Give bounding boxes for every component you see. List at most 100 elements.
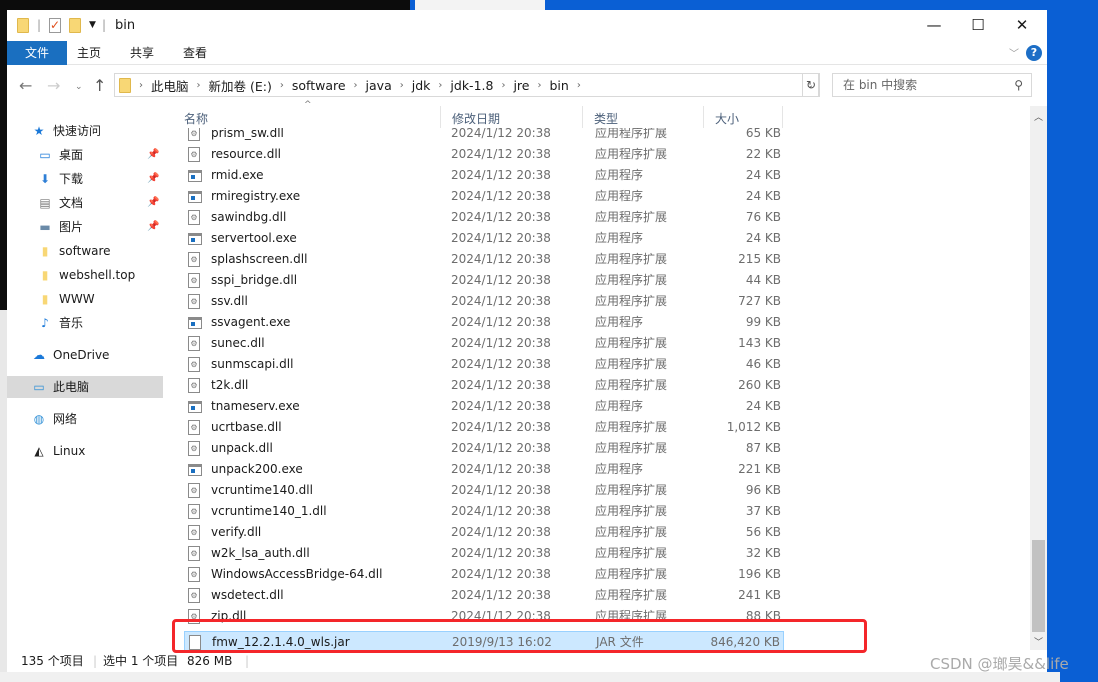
recent-locations-icon[interactable]: ⌄: [75, 82, 83, 92]
address-bar[interactable]: › 此电脑 › 新加卷 (E:) › software › java › jdk › jdk-1.8 ›…: [114, 73, 819, 97]
exe-file-icon: [188, 317, 202, 329]
breadcrumb-item[interactable]: software: [292, 78, 346, 93]
file-row[interactable]: ⚙ unpack.dll 2024/1/12 20:38 应用程序扩展 87 KB: [184, 438, 784, 459]
file-row[interactable]: ⚙ verify.dll 2024/1/12 20:38 应用程序扩展 56 KB: [184, 522, 784, 543]
file-row[interactable]: ⚙ sunec.dll 2024/1/12 20:38 应用程序扩展 143 KB: [184, 333, 784, 354]
new-folder-icon[interactable]: [69, 17, 82, 33]
breadcrumb-item[interactable]: 新加卷 (E:): [209, 76, 272, 95]
breadcrumb-separator-icon[interactable]: ›: [577, 80, 581, 91]
file-date: 2024/1/12 20:38: [451, 588, 551, 602]
minimize-button[interactable]: —: [911, 10, 957, 40]
breadcrumb-item[interactable]: jdk-1.8: [450, 78, 493, 93]
file-name: t2k.dll: [211, 378, 249, 392]
file-row[interactable]: rmid.exe 2024/1/12 20:38 应用程序 24 KB: [184, 165, 784, 186]
pin-icon[interactable]: 📌: [147, 192, 159, 214]
sidebar-item[interactable]: ▬ 图片 📌: [7, 216, 163, 238]
file-name: prism_sw.dll: [211, 128, 284, 140]
file-size: 46 KB: [745, 357, 781, 371]
sidebar-item[interactable]: ▤ 文档 📌: [7, 192, 163, 214]
file-row[interactable]: ⚙ t2k.dll 2024/1/12 20:38 应用程序扩展 260 KB: [184, 375, 784, 396]
refresh-button[interactable]: ↻: [802, 73, 820, 97]
breadcrumb-item[interactable]: bin: [549, 78, 568, 93]
file-date: 2024/1/12 20:38: [451, 273, 551, 287]
file-row[interactable]: ssvagent.exe 2024/1/12 20:38 应用程序 99 KB: [184, 312, 784, 333]
file-row[interactable]: ⚙ resource.dll 2024/1/12 20:38 应用程序扩展 22 KB: [184, 144, 784, 165]
file-row[interactable]: servertool.exe 2024/1/12 20:38 应用程序 24 KB: [184, 228, 784, 249]
scroll-up-icon[interactable]: ︿: [1030, 110, 1047, 123]
breadcrumb-separator-icon[interactable]: ›: [400, 80, 404, 91]
file-row[interactable]: unpack200.exe 2024/1/12 20:38 应用程序 221 KB: [184, 459, 784, 480]
scrollbar-thumb[interactable]: [1032, 540, 1045, 632]
pin-icon[interactable]: 📌: [147, 168, 159, 190]
sidebar-item[interactable]: ▮ WWW: [7, 288, 163, 310]
tab-view[interactable]: 查看: [175, 41, 215, 65]
explorer-window: | ✓ ▼ | bin — ☐ ✕ 文件 主页 共享 查看 ﹀ ? ← → ⌄ …: [7, 10, 1047, 672]
file-row[interactable]: ⚙ WindowsAccessBridge-64.dll 2024/1/12 20:…: [184, 564, 784, 585]
sidebar-item[interactable]: ▮ webshell.top: [7, 264, 163, 286]
breadcrumb-item[interactable]: jre: [513, 78, 529, 93]
breadcrumb-item[interactable]: 此电脑: [151, 76, 189, 95]
file-row[interactable]: ⚙ wsdetect.dll 2024/1/12 20:38 应用程序扩展 241 KB: [184, 585, 784, 606]
file-date: 2024/1/12 20:38: [451, 483, 551, 497]
back-button[interactable]: ←: [19, 76, 32, 95]
file-row[interactable]: ⚙ sunmscapi.dll 2024/1/12 20:38 应用程序扩展 46 KB: [184, 354, 784, 375]
breadcrumb-separator-icon[interactable]: ›: [139, 80, 143, 91]
maximize-button[interactable]: ☐: [955, 10, 1001, 40]
sidebar-item[interactable]: ▭ 此电脑: [7, 376, 163, 398]
pin-icon[interactable]: 📌: [147, 144, 159, 166]
breadcrumb-separator-icon[interactable]: ›: [501, 80, 505, 91]
help-icon[interactable]: ?: [1026, 45, 1042, 61]
close-button[interactable]: ✕: [999, 10, 1045, 40]
sidebar-item[interactable]: ▮ software: [7, 240, 163, 262]
title-bar[interactable]: | ✓ ▼ | bin — ☐ ✕: [7, 10, 1047, 40]
column-date[interactable]: 修改日期: [440, 106, 582, 128]
column-type[interactable]: 类型: [582, 106, 703, 128]
tab-home[interactable]: 主页: [69, 41, 109, 65]
scroll-down-icon[interactable]: ﹀: [1030, 635, 1047, 648]
forward-button[interactable]: →: [47, 76, 60, 95]
sidebar-item[interactable]: ⬇ 下载 📌: [7, 168, 163, 190]
customize-dropdown-icon[interactable]: ▼: [89, 20, 96, 30]
column-name[interactable]: 名称: [172, 106, 440, 128]
breadcrumb-separator-icon[interactable]: ›: [537, 80, 541, 91]
expand-ribbon-icon[interactable]: ﹀: [1009, 45, 1019, 60]
file-row[interactable]: ⚙ w2k_lsa_auth.dll 2024/1/12 20:38 应用程序扩展 32…: [184, 543, 784, 564]
file-row[interactable]: tnameserv.exe 2024/1/12 20:38 应用程序 24 KB: [184, 396, 784, 417]
file-row[interactable]: ⚙ ucrtbase.dll 2024/1/12 20:38 应用程序扩展 1,012 …: [184, 417, 784, 438]
file-type: 应用程序: [595, 315, 644, 329]
file-row[interactable]: ⚙ ssv.dll 2024/1/12 20:38 应用程序扩展 727 KB: [184, 291, 784, 312]
breadcrumb-item[interactable]: jdk: [412, 78, 431, 93]
sidebar-item[interactable]: ◭ Linux: [7, 440, 163, 462]
tab-share[interactable]: 共享: [122, 41, 162, 65]
file-row[interactable]: ⚙ splashscreen.dll 2024/1/12 20:38 应用程序扩展 21…: [184, 249, 784, 270]
file-row[interactable]: ⚙ sawindbg.dll 2024/1/12 20:38 应用程序扩展 76 KB: [184, 207, 784, 228]
sidebar-item[interactable]: ♪ 音乐: [7, 312, 163, 334]
file-row[interactable]: rmiregistry.exe 2024/1/12 20:38 应用程序 24 KB: [184, 186, 784, 207]
breadcrumb-separator-icon[interactable]: ›: [438, 80, 442, 91]
breadcrumb-separator-icon[interactable]: ›: [280, 80, 284, 91]
sidebar-item[interactable]: ☁ OneDrive: [7, 344, 163, 366]
exe-file-icon: [188, 233, 202, 245]
file-row[interactable]: ⚙ vcruntime140_1.dll 2024/1/12 20:38 应用程序扩展…: [184, 501, 784, 522]
sidebar-item[interactable]: ★ 快速访问: [7, 120, 163, 142]
properties-icon[interactable]: ✓: [49, 17, 62, 33]
vertical-scrollbar[interactable]: ︿ ﹀: [1030, 106, 1047, 650]
ribbon-tabs: 文件 主页 共享 查看 ﹀ ?: [7, 41, 1047, 65]
up-button[interactable]: ↑: [93, 76, 106, 95]
sidebar-item[interactable]: ◍ 网络: [7, 408, 163, 430]
file-date: 2024/1/12 20:38: [451, 231, 551, 245]
pin-icon[interactable]: 📌: [147, 216, 159, 238]
file-row[interactable]: ⚙ vcruntime140.dll 2024/1/12 20:38 应用程序扩展 96…: [184, 480, 784, 501]
search-input[interactable]: 在 bin 中搜索 ⚲: [832, 73, 1032, 97]
breadcrumb-item[interactable]: java: [366, 78, 392, 93]
dll-file-icon: ⚙: [188, 588, 200, 603]
file-name: rmid.exe: [211, 168, 264, 182]
column-size[interactable]: 大小: [703, 106, 782, 128]
file-row[interactable]: ⚙ prism_sw.dll 2024/1/12 20:38 应用程序扩展 65 KB: [184, 128, 784, 144]
breadcrumb-separator-icon[interactable]: ›: [354, 80, 358, 91]
breadcrumb-separator-icon[interactable]: ›: [197, 80, 201, 91]
sidebar-item[interactable]: ▭ 桌面 📌: [7, 144, 163, 166]
quick-access-toolbar: | ✓ ▼ |: [17, 17, 106, 33]
tab-file[interactable]: 文件: [7, 41, 67, 65]
file-row[interactable]: ⚙ sspi_bridge.dll 2024/1/12 20:38 应用程序扩展 44 …: [184, 270, 784, 291]
